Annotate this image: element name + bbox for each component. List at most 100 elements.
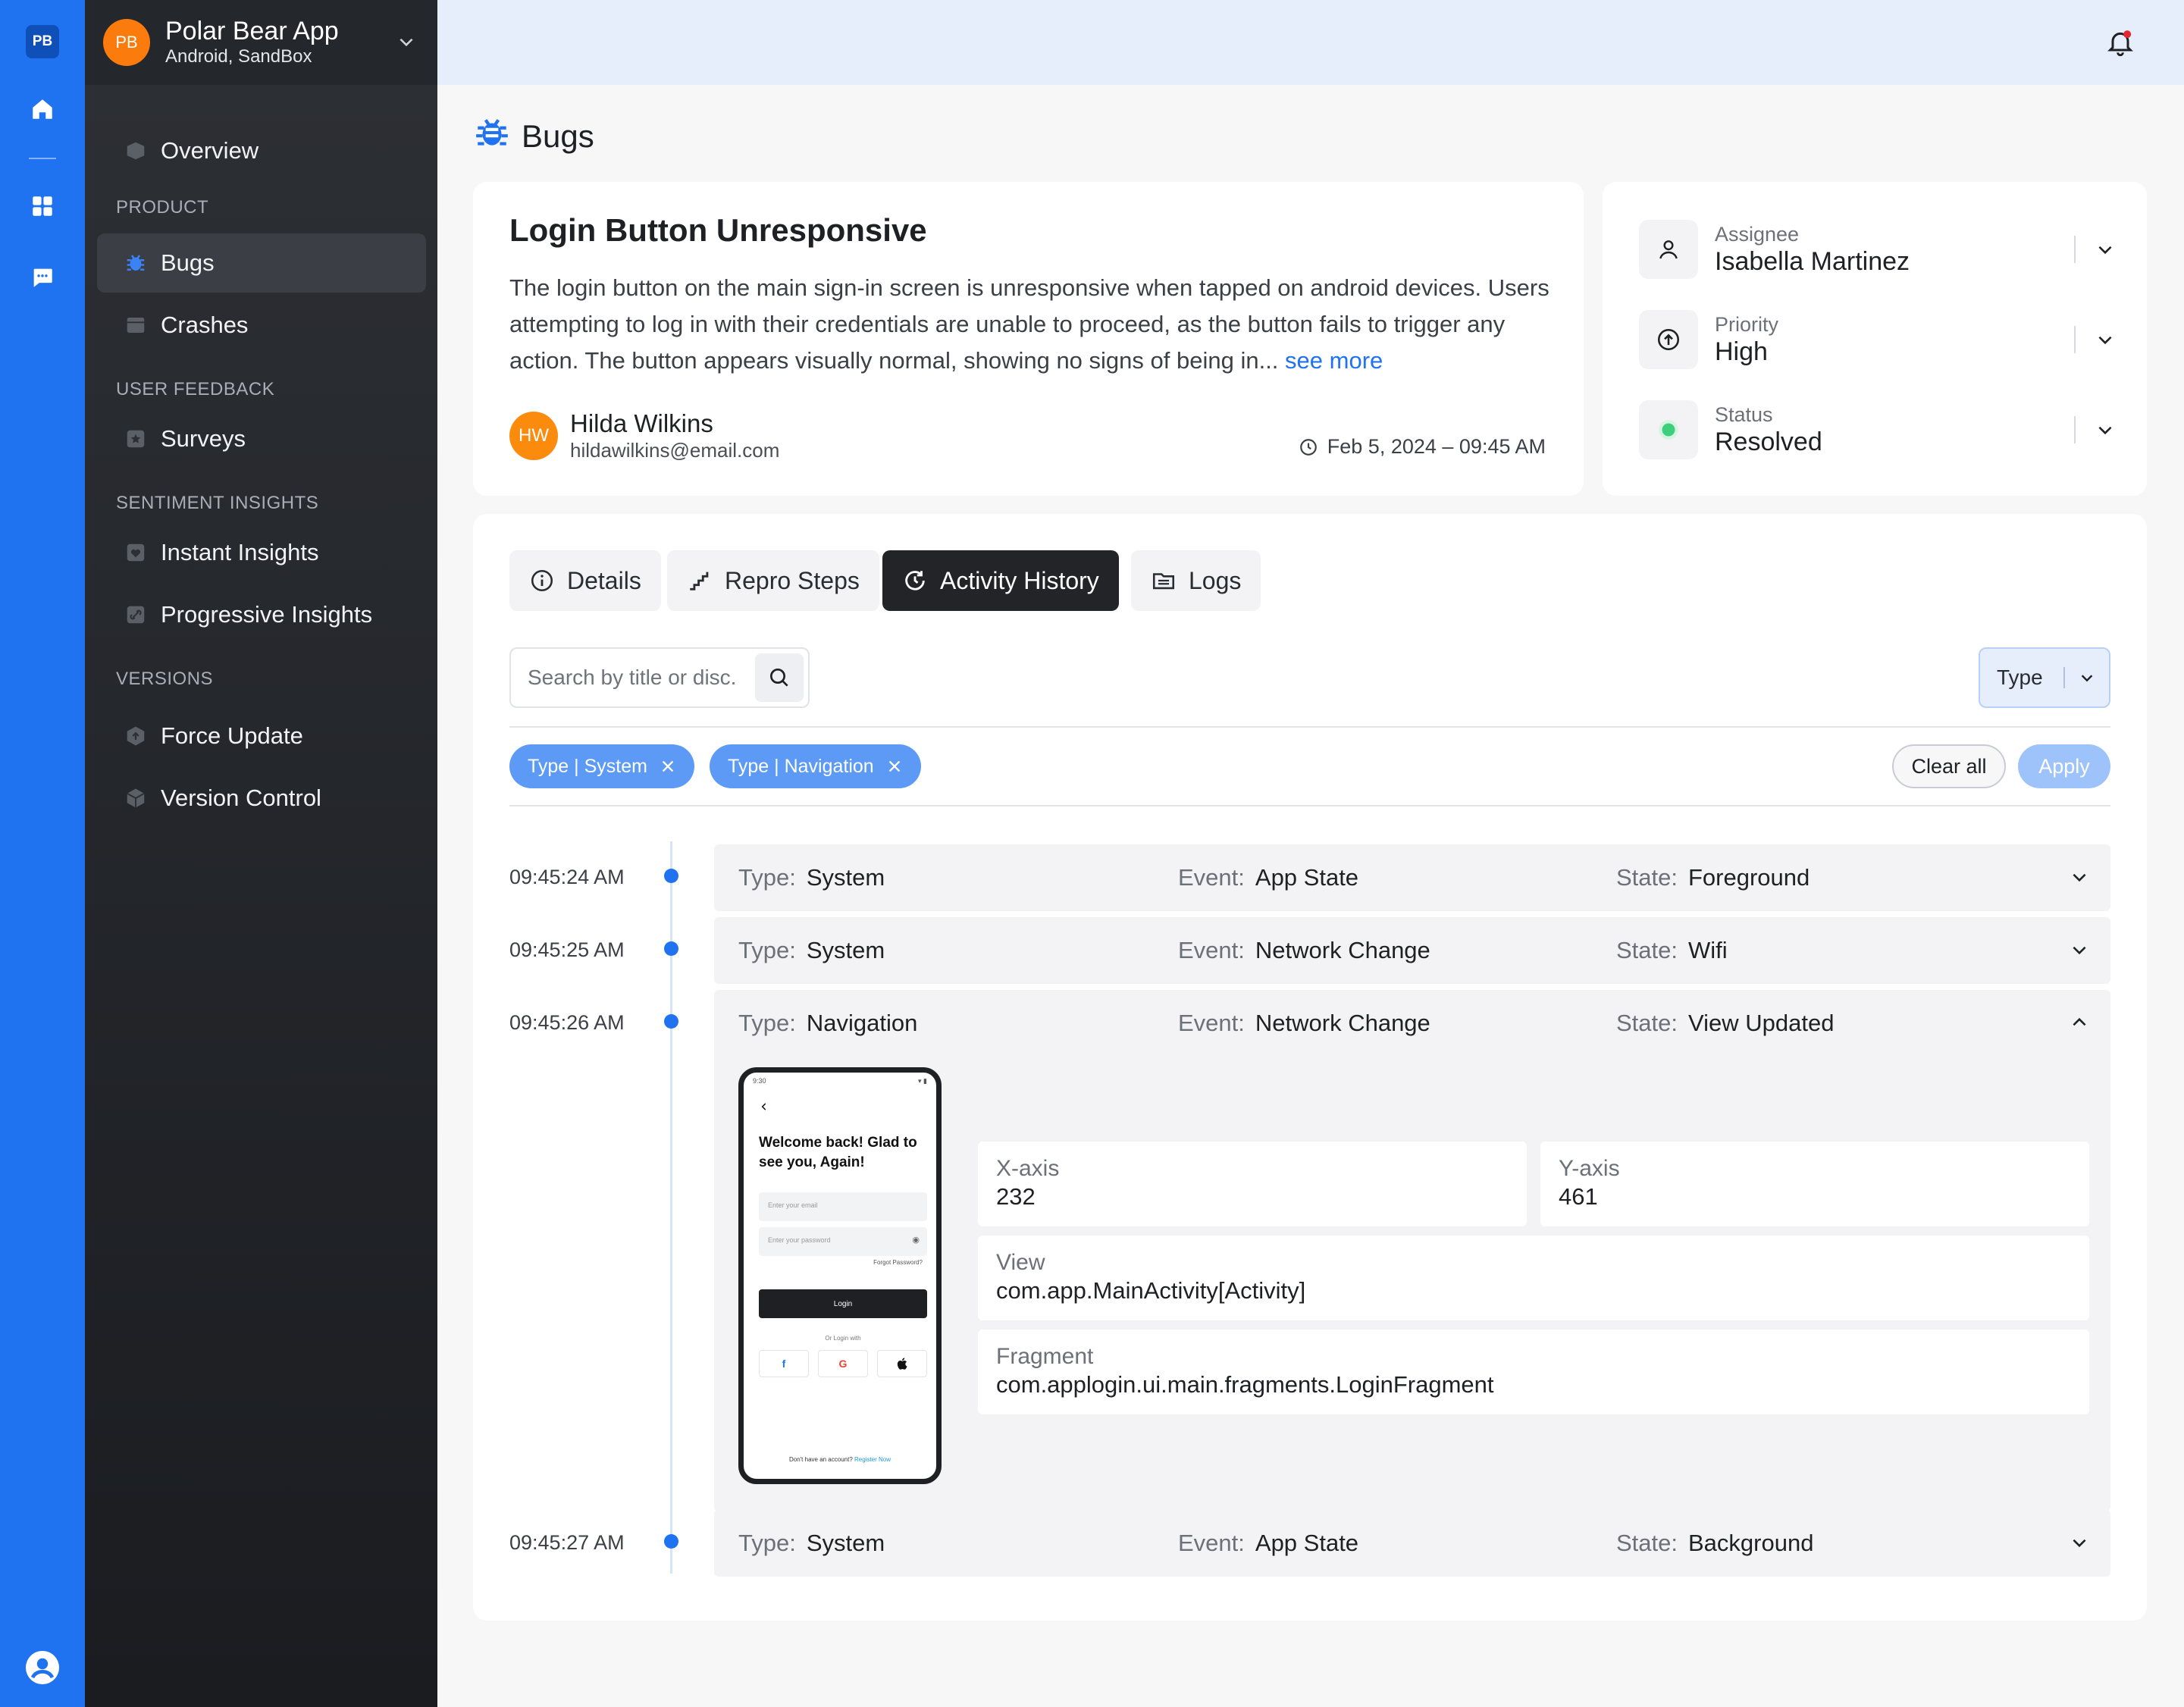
x-axis-label: X-axis bbox=[996, 1156, 1060, 1181]
event-row[interactable]: Type: System Event: App State State: Backgr… bbox=[714, 1510, 2110, 1577]
y-axis-label: Y-axis bbox=[1559, 1156, 1620, 1181]
bug-icon bbox=[124, 252, 147, 274]
sidebar-item-instant-insights[interactable]: Instant Insights bbox=[97, 523, 426, 582]
bug-detail-panel: Details Repro Steps Activity History Log… bbox=[473, 514, 2147, 1621]
sidebar-item-label: Overview bbox=[161, 137, 259, 164]
reporter-name: Hilda Wilkins bbox=[570, 409, 713, 437]
event-row[interactable]: Type: System Event: Network Change State: W… bbox=[714, 917, 2110, 984]
tab-logs[interactable]: Logs bbox=[1131, 550, 1261, 611]
fragment-value: com.applogin.ui.main.fragments.LoginFrag… bbox=[996, 1371, 1494, 1398]
sidebar-item-crashes[interactable]: Crashes bbox=[97, 296, 426, 355]
bug-summary-card: Login Button Unresponsive The login butt… bbox=[473, 182, 1584, 496]
phone-or: Or Login with bbox=[825, 1335, 861, 1342]
type-key: Type: bbox=[738, 937, 796, 963]
event-state: Wifi bbox=[1688, 937, 1728, 963]
phone-password-placeholder: Enter your password bbox=[768, 1236, 831, 1244]
type-filter-select[interactable]: Type bbox=[1979, 647, 2110, 708]
home-icon[interactable] bbox=[27, 94, 58, 124]
sidebar-item-progressive-insights[interactable]: Progressive Insights bbox=[97, 585, 426, 644]
event-time: 09:45:26 AM bbox=[509, 1011, 625, 1034]
chip-label: Type | System bbox=[528, 755, 647, 777]
back-arrow-icon bbox=[761, 1103, 766, 1110]
phone-status-icons: ▾ ▮ bbox=[918, 1077, 927, 1085]
google-icon: G bbox=[818, 1350, 868, 1377]
phone-footer-text: Don't have an account? bbox=[788, 1456, 853, 1463]
section-sentiment-insights: SENTIMENT INSIGHTS bbox=[116, 493, 319, 513]
upload-icon bbox=[124, 725, 147, 747]
chevron-down-icon bbox=[2081, 675, 2093, 682]
filter-chip-system[interactable]: Type | System bbox=[509, 744, 694, 788]
y-axis-box: Y-axis 461 bbox=[1540, 1142, 2089, 1226]
type-key: Type: bbox=[738, 864, 796, 891]
state-key: State: bbox=[1616, 937, 1678, 963]
chat-icon[interactable] bbox=[27, 262, 58, 293]
avatar: HW bbox=[509, 412, 558, 460]
sidebar-item-version-control[interactable]: Version Control bbox=[97, 769, 426, 828]
filter-chip-navigation[interactable]: Type | Navigation bbox=[710, 744, 921, 788]
chevron-down-icon[interactable] bbox=[2095, 330, 2115, 349]
page-title: Bugs bbox=[522, 118, 594, 154]
search-icon bbox=[770, 669, 788, 687]
sidebar-item-surveys[interactable]: Surveys bbox=[97, 409, 426, 468]
timeline-dot bbox=[664, 1014, 678, 1029]
sidebar-item-label: Crashes bbox=[161, 312, 249, 338]
search-input[interactable] bbox=[511, 666, 738, 690]
chevron-down-icon[interactable] bbox=[2070, 1533, 2089, 1552]
tab-activity-history[interactable]: Activity History bbox=[882, 550, 1119, 611]
event-state: Background bbox=[1688, 1530, 1814, 1556]
priority-dropdown[interactable]: Priority High bbox=[1639, 309, 2115, 371]
tab-details[interactable]: Details bbox=[509, 550, 661, 611]
overview-icon bbox=[124, 139, 147, 162]
screenshot-preview[interactable]: 9:30 ▾ ▮ Welcome back! Glad to see you, A… bbox=[738, 1067, 942, 1484]
bug-description: The login button on the main sign-in scr… bbox=[509, 270, 1556, 379]
chevron-down-icon[interactable] bbox=[2070, 867, 2089, 887]
see-more-link[interactable]: see more bbox=[1285, 347, 1383, 374]
sidebar-item-overview[interactable]: Overview bbox=[97, 121, 426, 180]
tab-repro-steps[interactable]: Repro Steps bbox=[667, 550, 879, 611]
sidebar-item-bugs[interactable]: Bugs bbox=[97, 233, 426, 293]
apply-button[interactable]: Apply bbox=[2018, 744, 2110, 788]
chevron-up-icon[interactable] bbox=[2070, 1013, 2089, 1032]
event-row-expanded[interactable]: Type: Navigation Event: Network Change Sta… bbox=[714, 990, 2110, 1511]
tab-label: Details bbox=[567, 566, 641, 594]
section-user-feedback: USER FEEDBACK bbox=[116, 379, 275, 399]
type-key: Type: bbox=[738, 1530, 796, 1556]
event-time: 09:45:27 AM bbox=[509, 1531, 625, 1554]
page-header: Bugs bbox=[473, 114, 594, 159]
timeline-dot bbox=[664, 869, 678, 883]
chevron-down-icon[interactable] bbox=[2095, 420, 2115, 440]
event-state: View Updated bbox=[1688, 1010, 1835, 1036]
event-key: Event: bbox=[1178, 864, 1245, 891]
facebook-icon: f bbox=[759, 1350, 809, 1377]
phone-email-input: Enter your email bbox=[759, 1192, 927, 1221]
status-dropdown[interactable]: Status Resolved bbox=[1639, 399, 2115, 461]
workspace-badge[interactable]: PB bbox=[26, 25, 59, 58]
event-key: Event: bbox=[1178, 1010, 1245, 1036]
event-key: Event: bbox=[1178, 937, 1245, 963]
search-field bbox=[509, 647, 810, 708]
clear-all-button[interactable]: Clear all bbox=[1892, 744, 2006, 788]
fragment-label: Fragment bbox=[996, 1344, 1094, 1369]
event-time: 09:45:25 AM bbox=[509, 938, 625, 961]
view-label: View bbox=[996, 1250, 1045, 1275]
apps-grid-icon[interactable] bbox=[27, 191, 58, 221]
assignee-dropdown[interactable]: Assignee Isabella Martinez bbox=[1639, 218, 2115, 280]
close-icon[interactable] bbox=[886, 758, 903, 775]
phone-title: Welcome back! Glad to see you, Again! bbox=[759, 1135, 917, 1170]
sidebar-item-force-update[interactable]: Force Update bbox=[97, 706, 426, 766]
event-name: App State bbox=[1255, 864, 1359, 891]
search-button[interactable] bbox=[755, 653, 804, 702]
close-icon[interactable] bbox=[660, 758, 676, 775]
event-name: Network Change bbox=[1255, 937, 1430, 963]
reporter: HW Hilda Wilkins hildawilkins@email.com bbox=[509, 409, 779, 462]
chevron-down-icon[interactable] bbox=[2095, 240, 2115, 259]
user-profile-icon[interactable] bbox=[24, 1649, 61, 1686]
notification-bell-icon[interactable] bbox=[2105, 27, 2135, 61]
chevron-down-icon[interactable] bbox=[396, 32, 416, 55]
status-dot-icon bbox=[1639, 400, 1698, 459]
app-switcher[interactable]: PB Polar Bear App Android, SandBox bbox=[85, 0, 437, 85]
chevron-down-icon[interactable] bbox=[2070, 940, 2089, 960]
assignee-value: Isabella Martinez bbox=[1715, 247, 1910, 276]
event-row[interactable]: Type: System Event: App State State: Foregr… bbox=[714, 844, 2110, 911]
y-axis-value: 461 bbox=[1559, 1183, 1598, 1210]
